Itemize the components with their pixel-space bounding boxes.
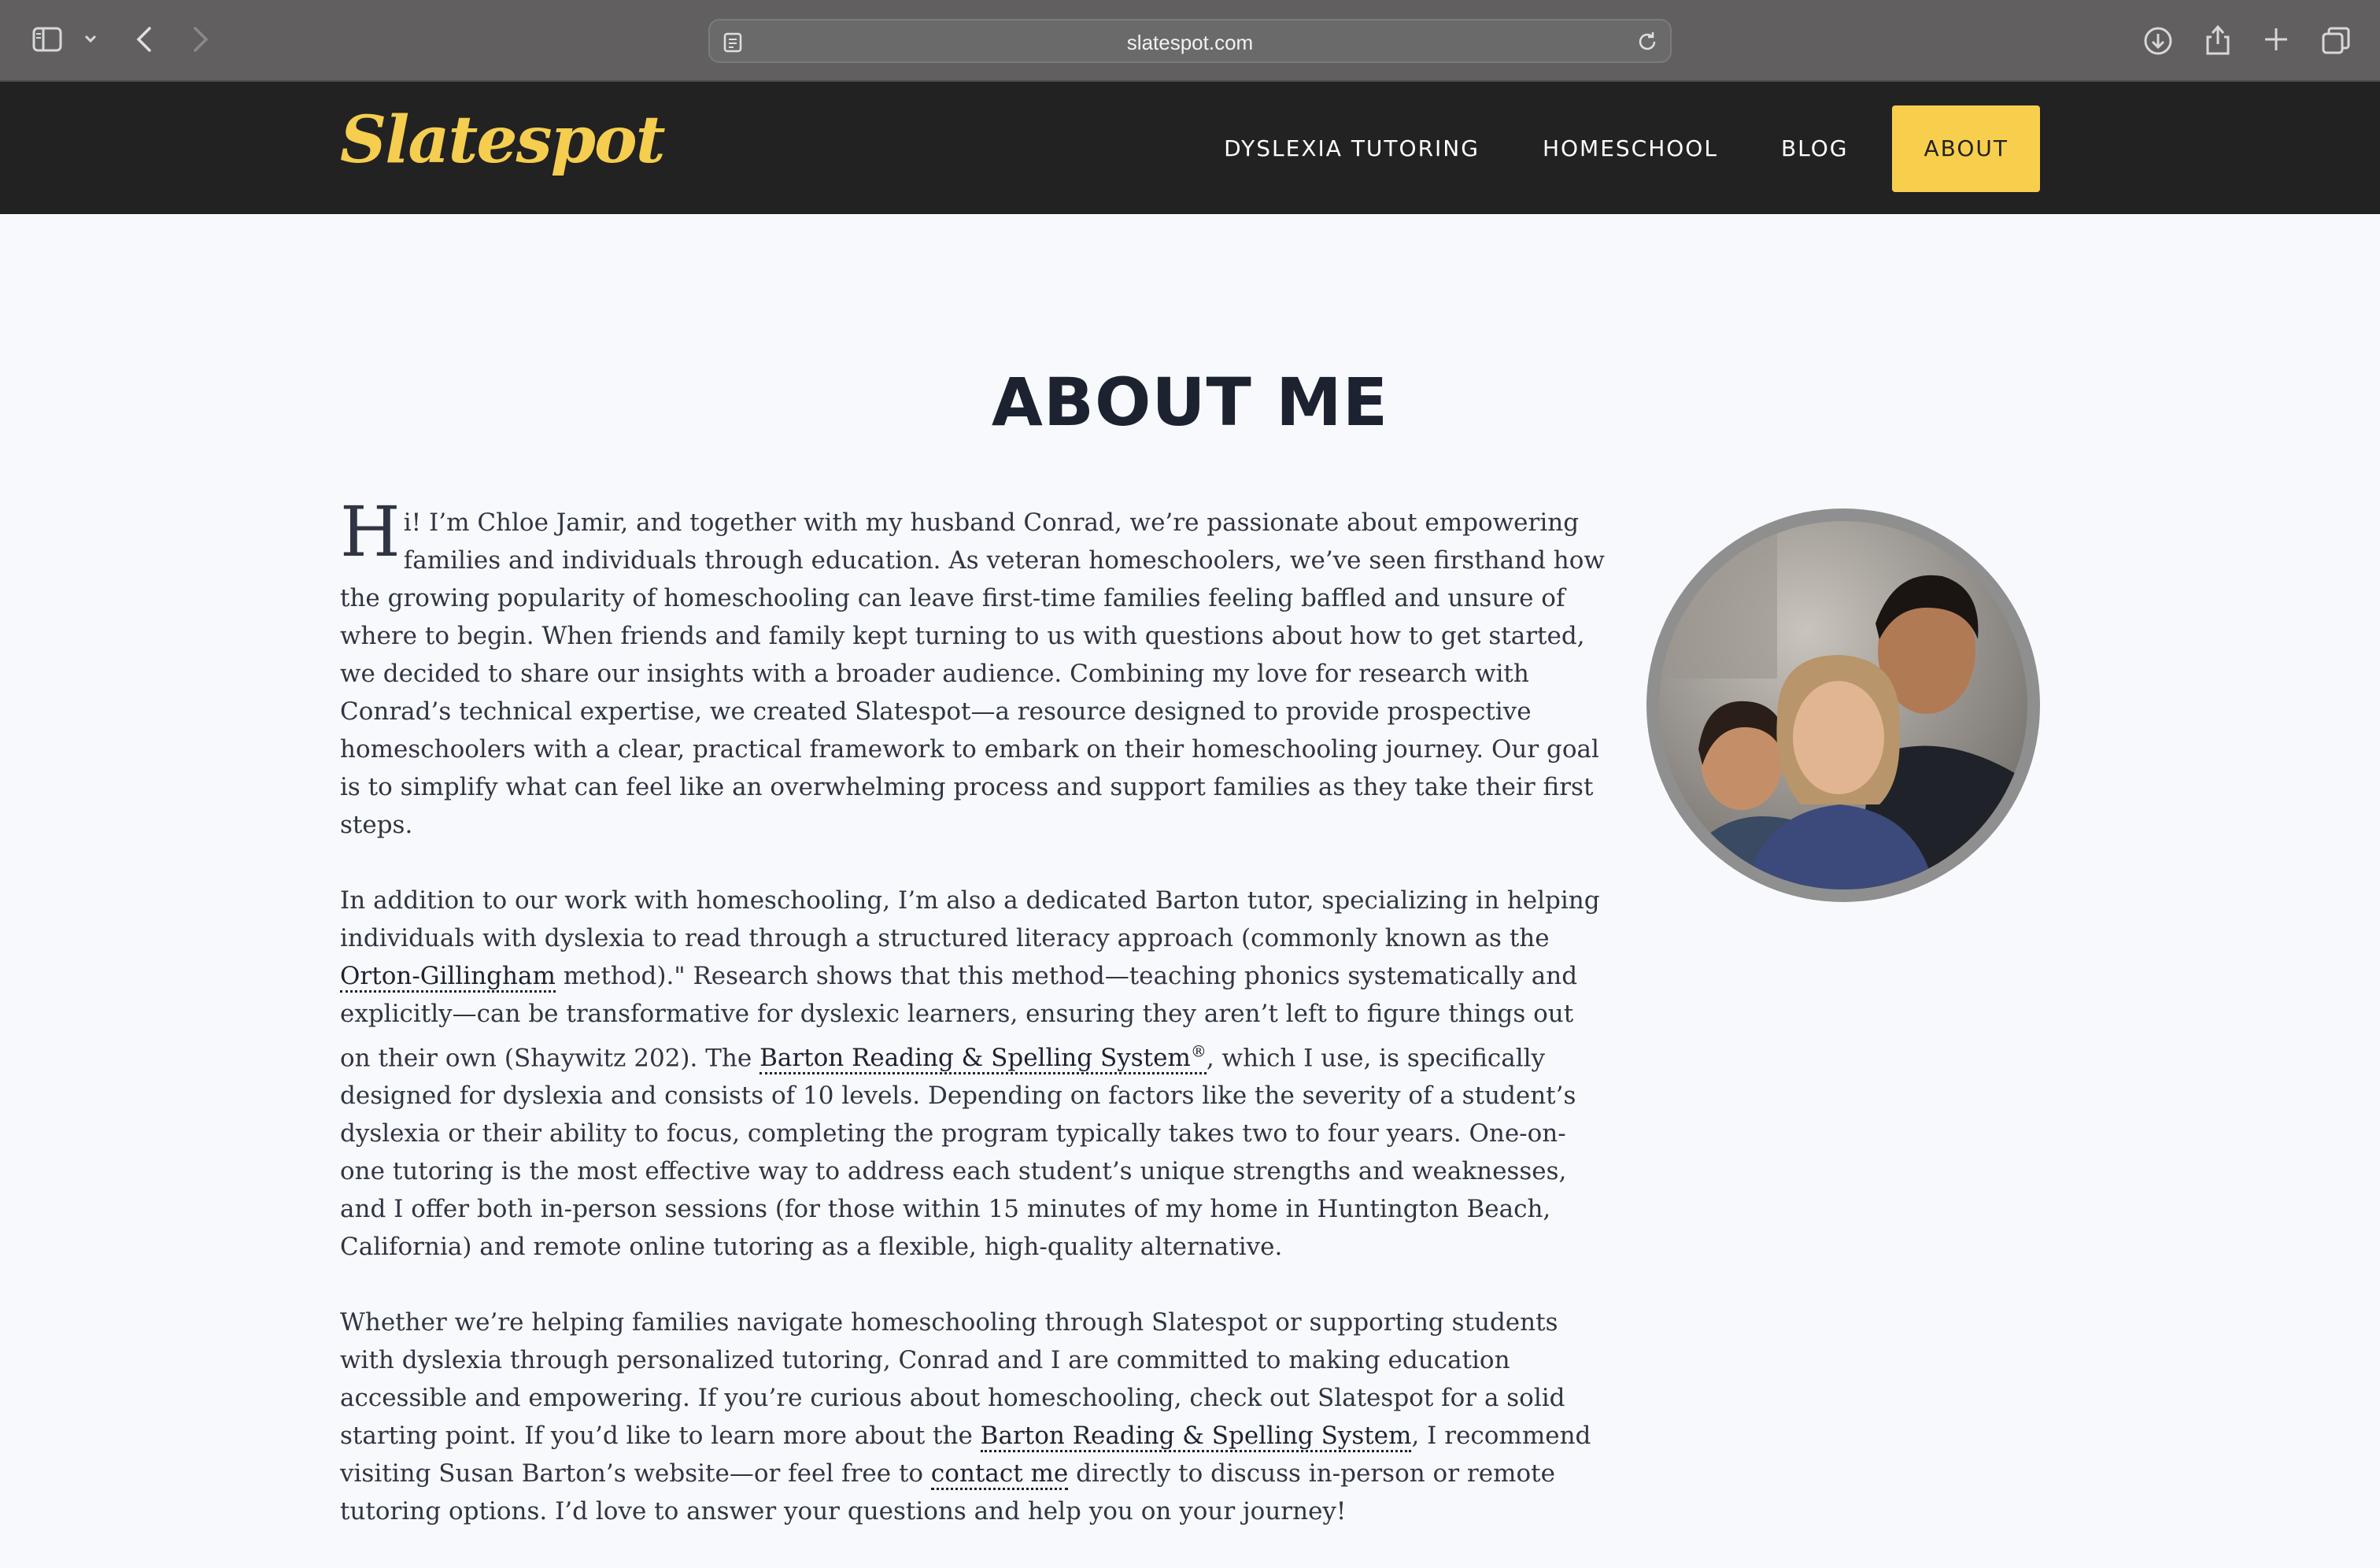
- barton-system-link[interactable]: Barton Reading & Spelling System®: [759, 1042, 1207, 1075]
- forward-icon[interactable]: [187, 24, 213, 55]
- new-tab-icon[interactable]: [2262, 25, 2290, 54]
- browser-toolbar: slatespot.com: [0, 0, 2380, 82]
- back-icon[interactable]: [132, 24, 157, 55]
- page-title: ABOUT ME: [991, 364, 1389, 441]
- family-photo: [1646, 508, 2040, 902]
- registered-mark: ®: [1190, 1042, 1207, 1061]
- sidebar-icon[interactable]: [31, 24, 63, 55]
- tabs-overview-icon[interactable]: [2320, 25, 2352, 57]
- drop-cap: H: [340, 491, 401, 572]
- nav-about[interactable]: ABOUT: [1892, 105, 2040, 192]
- site-header: Slatespot DYSLEXIA TUTORING HOMESCHOOL B…: [0, 82, 2380, 214]
- nav-dyslexia-tutoring[interactable]: DYSLEXIA TUTORING: [1192, 105, 1511, 192]
- address-bar[interactable]: slatespot.com: [708, 19, 1672, 63]
- url-text[interactable]: slatespot.com: [710, 31, 1670, 55]
- download-icon[interactable]: [2142, 25, 2174, 57]
- about-article: Hi! I’m Chloe Jamir, and together with m…: [340, 491, 1607, 1568]
- main-nav: DYSLEXIA TUTORING HOMESCHOOL BLOG ABOUT: [1192, 105, 2040, 192]
- reload-icon[interactable]: [1635, 30, 1659, 57]
- site-logo[interactable]: Slatespot: [340, 102, 666, 178]
- chevron-down-icon[interactable]: [82, 30, 99, 47]
- closing-paragraph: Whether we’re helping families navigate …: [340, 1304, 1607, 1530]
- orton-gillingham-link[interactable]: Orton-Gillingham: [340, 962, 556, 993]
- text-span: In addition to our work with homeschooli…: [340, 886, 1600, 952]
- nav-homeschool[interactable]: HOMESCHOOL: [1511, 105, 1750, 192]
- share-icon[interactable]: [2204, 22, 2232, 57]
- contact-me-link[interactable]: contact me: [930, 1459, 1069, 1491]
- text-span: , which I use, is specifically designed …: [340, 1044, 1576, 1262]
- barton-system-link-2[interactable]: Barton Reading & Spelling System: [980, 1422, 1412, 1453]
- tutoring-paragraph: In addition to our work with homeschooli…: [340, 882, 1607, 1266]
- intro-text: i! I’m Chloe Jamir, and together with my…: [340, 508, 1605, 839]
- barton-link-text: Barton Reading & Spelling System: [759, 1044, 1191, 1073]
- nav-blog[interactable]: BLOG: [1750, 105, 1880, 192]
- intro-paragraph: Hi! I’m Chloe Jamir, and together with m…: [340, 491, 1607, 844]
